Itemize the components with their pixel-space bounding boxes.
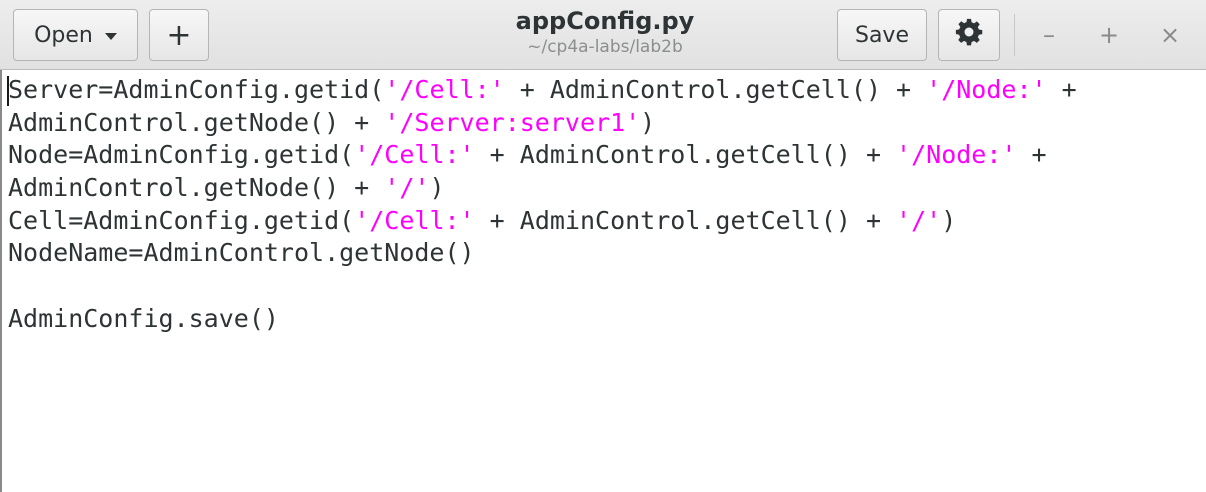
header-bar: Open + appConfig.py ~/cp4a-labs/lab2b Sa… — [0, 0, 1206, 70]
title-block: appConfig.py ~/cp4a-labs/lab2b — [420, 6, 790, 58]
code-token: AdminControl.getNode() + — [8, 107, 385, 137]
code-token: AdminConfig.save() — [8, 303, 279, 333]
string-literal: '/Cell:' — [354, 140, 475, 170]
new-tab-button[interactable]: + — [149, 9, 209, 61]
code-token: + AdminControl.getCell() + — [474, 205, 897, 235]
text-editor-window: Open + appConfig.py ~/cp4a-labs/lab2b Sa… — [0, 0, 1206, 492]
chevron-down-icon — [104, 32, 117, 40]
header-divider — [1014, 14, 1015, 56]
plus-icon: + — [166, 17, 192, 53]
code-line: Server=AdminConfig.getid('/Cell:' + Admi… — [8, 74, 1206, 107]
code-token: ) — [941, 205, 957, 235]
code-editor[interactable]: Server=AdminConfig.getid('/Cell:' + Admi… — [0, 70, 1206, 492]
code-token: Node=AdminConfig.getid( — [8, 140, 355, 170]
code-token: AdminControl.getNode() + — [8, 173, 385, 203]
open-button-label: Open — [34, 22, 93, 48]
save-button-label: Save — [854, 22, 909, 48]
string-literal: '/Cell:' — [384, 75, 505, 104]
code-line: Cell=AdminConfig.getid('/Cell:' + AdminC… — [8, 205, 1206, 238]
maximize-button[interactable]: + — [1089, 15, 1129, 55]
code-token: ) — [429, 173, 445, 203]
close-icon: × — [1159, 21, 1181, 49]
string-literal: '/Server:server1' — [384, 107, 641, 137]
save-button[interactable]: Save — [837, 9, 927, 61]
code-line: Node=AdminConfig.getid('/Cell:' + AdminC… — [8, 139, 1206, 172]
string-literal: '/Node:' — [896, 140, 1017, 170]
code-line: ​ — [8, 270, 1206, 303]
maximize-icon: + — [1098, 21, 1120, 49]
code-token: Cell=AdminConfig.getid( — [8, 205, 355, 235]
code-line: NodeName=AdminControl.getNode() — [8, 237, 1206, 270]
code-token: + AdminControl.getCell() + — [504, 75, 927, 104]
open-button[interactable]: Open — [13, 9, 138, 61]
code-line: AdminControl.getNode() + '/') — [8, 172, 1206, 205]
code-token: ) — [640, 107, 656, 137]
window-title: appConfig.py — [515, 7, 695, 35]
minimize-button[interactable]: – — [1029, 15, 1069, 55]
code-line: AdminConfig.save() — [8, 303, 1206, 336]
settings-button[interactable] — [938, 9, 1000, 61]
code-token: + — [1046, 75, 1077, 104]
gear-icon — [954, 17, 984, 53]
window-subtitle: ~/cp4a-labs/lab2b — [527, 37, 683, 57]
string-literal: '/' — [384, 173, 430, 203]
text-cursor — [7, 76, 9, 106]
close-button[interactable]: × — [1150, 15, 1190, 55]
code-token: + — [1016, 140, 1047, 170]
string-literal: '/Cell:' — [354, 205, 475, 235]
string-literal: '/Node:' — [926, 75, 1047, 104]
code-line: AdminControl.getNode() + '/Server:server… — [8, 107, 1206, 140]
code-token: + AdminControl.getCell() + — [474, 140, 897, 170]
minimize-icon: – — [1043, 21, 1055, 49]
code-token: NodeName=AdminControl.getNode() — [8, 238, 475, 268]
code-token: Server=AdminConfig.getid( — [8, 75, 385, 104]
string-literal: '/' — [896, 205, 942, 235]
